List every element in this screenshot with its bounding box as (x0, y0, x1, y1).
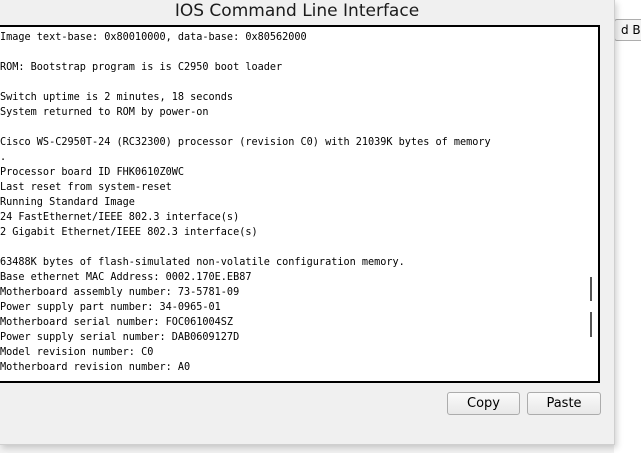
terminal-line: Last reset from system-reset (0, 182, 172, 193)
terminal-line: Motherboard assembly number: 73-5781-09 (0, 287, 240, 298)
terminal-line: 2 Gigabit Ethernet/IEEE 802.3 interface(… (0, 227, 258, 238)
terminal-line: ROM: Bootstrap program is is C2950 boot … (0, 62, 283, 73)
terminal-line: Image text-base: 0x80010000, data-base: … (0, 32, 307, 43)
terminal-line: Running Standard Image (0, 197, 135, 208)
terminal-line: Model revision number: C0 (0, 347, 154, 358)
terminal-line: Motherboard revision number: A0 (0, 362, 191, 373)
terminal-line: Cisco WS-C2950T-24 (RC32300) processor (… (0, 137, 491, 148)
terminal-line: Base ethernet MAC Address: 0002.170E.EB8… (0, 272, 252, 283)
terminal-line: Processor board ID FHK0610Z0WC (0, 167, 185, 178)
scrollbar-thumb-bottom[interactable] (590, 312, 592, 337)
terminal-line: Motherboard serial number: FOC061004SZ (0, 317, 234, 328)
terminal-line: 24 FastEthernet/IEEE 802.3 interface(s) (0, 212, 240, 223)
dialog-title: IOS Command Line Interface (174, 1, 420, 21)
terminal-output[interactable]: Compiled Wed 18-May-05 22:31 by jharirba… (0, 25, 600, 383)
paste-button[interactable]: Paste (527, 392, 601, 415)
terminal-line: Switch uptime is 2 minutes, 18 seconds (0, 92, 234, 103)
terminal-line: . (0, 152, 7, 163)
background-back-button[interactable]: d Back (614, 19, 641, 41)
scrollbar-thumb-top[interactable] (590, 277, 592, 301)
terminal-line: 63488K bytes of flash-simulated non-vola… (0, 257, 405, 268)
terminal-line: Power supply part number: 34-0965-01 (0, 302, 221, 313)
terminal-line: Power supply serial number: DAB0609127D (0, 332, 240, 343)
copy-button[interactable]: Copy (447, 392, 520, 415)
screen: d Back IOS Command Line Interface Compil… (0, 0, 641, 453)
terminal-line: System returned to ROM by power-on (0, 107, 209, 118)
ios-cli-dialog: IOS Command Line Interface Compiled Wed … (0, 0, 615, 445)
background-window (614, 0, 641, 453)
terminal-text: Compiled Wed 18-May-05 22:31 by jharirba… (0, 27, 491, 375)
